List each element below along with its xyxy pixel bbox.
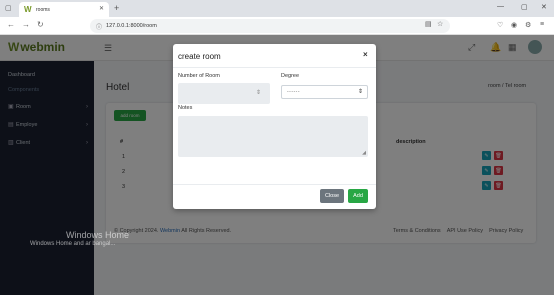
bookmark-star-icon[interactable]: ☆ bbox=[437, 20, 443, 28]
select-arrows-icon: ⇕ bbox=[357, 89, 363, 95]
add-button[interactable]: Add bbox=[348, 189, 368, 203]
browser-tab-bar: ▢ W rooms ✕ + — ▢ ✕ bbox=[0, 0, 554, 17]
windows-watermark-line1: Windows Home bbox=[66, 230, 130, 240]
tab-list-icon[interactable]: ▢ bbox=[5, 4, 12, 12]
url-field[interactable]: ⓘ 127.0.0.1:8000/room bbox=[90, 19, 450, 33]
address-bar-row: ← → ↻ ⓘ 127.0.0.1:8000/room ▤ ☆ ♡ ◉ ⚙ ≡ bbox=[0, 17, 554, 35]
reader-icon[interactable]: ▤ bbox=[425, 20, 432, 28]
windows-watermark-line2: Windows Home and ar bangal... bbox=[30, 241, 116, 247]
tab-title: rooms bbox=[36, 6, 50, 13]
back-icon[interactable]: ← bbox=[7, 20, 15, 29]
browser-tab[interactable]: W rooms ✕ bbox=[19, 2, 109, 17]
url-text[interactable]: 127.0.0.1:8000/room bbox=[106, 23, 157, 29]
menu-icon[interactable]: ≡ bbox=[540, 21, 544, 28]
site-info-icon[interactable]: ⓘ bbox=[96, 22, 102, 31]
modal-close-icon[interactable]: × bbox=[363, 50, 368, 59]
maximize-button[interactable]: ▢ bbox=[521, 3, 528, 11]
modal-header-divider bbox=[173, 67, 376, 68]
modal-title: create room bbox=[178, 52, 221, 61]
create-room-modal: create room × Number of Room ⇕ Degree --… bbox=[173, 44, 376, 209]
new-tab-button[interactable]: + bbox=[114, 3, 119, 13]
notes-textarea[interactable]: ◢ bbox=[178, 116, 368, 157]
forward-icon[interactable]: → bbox=[22, 20, 30, 29]
degree-label: Degree bbox=[281, 73, 300, 79]
degree-select[interactable]: ------ ⇕ bbox=[281, 85, 368, 99]
webmin-favicon-icon: W bbox=[24, 4, 32, 14]
degree-select-value: ------ bbox=[287, 89, 300, 95]
account-icon[interactable]: ◉ bbox=[511, 21, 517, 29]
notes-label: Notes bbox=[178, 105, 193, 111]
modal-footer-divider bbox=[173, 184, 376, 185]
resize-grip-icon[interactable]: ◢ bbox=[362, 150, 366, 156]
reload-icon[interactable]: ↻ bbox=[37, 20, 44, 29]
extensions-icon[interactable]: ⚙ bbox=[525, 21, 531, 29]
window-close-button[interactable]: ✕ bbox=[541, 3, 547, 11]
pocket-icon[interactable]: ♡ bbox=[497, 21, 503, 29]
tab-close-icon[interactable]: ✕ bbox=[99, 5, 104, 12]
number-of-room-label: Number of Room bbox=[178, 73, 220, 79]
close-button[interactable]: Close bbox=[320, 189, 344, 203]
minimize-button[interactable]: — bbox=[497, 3, 504, 10]
